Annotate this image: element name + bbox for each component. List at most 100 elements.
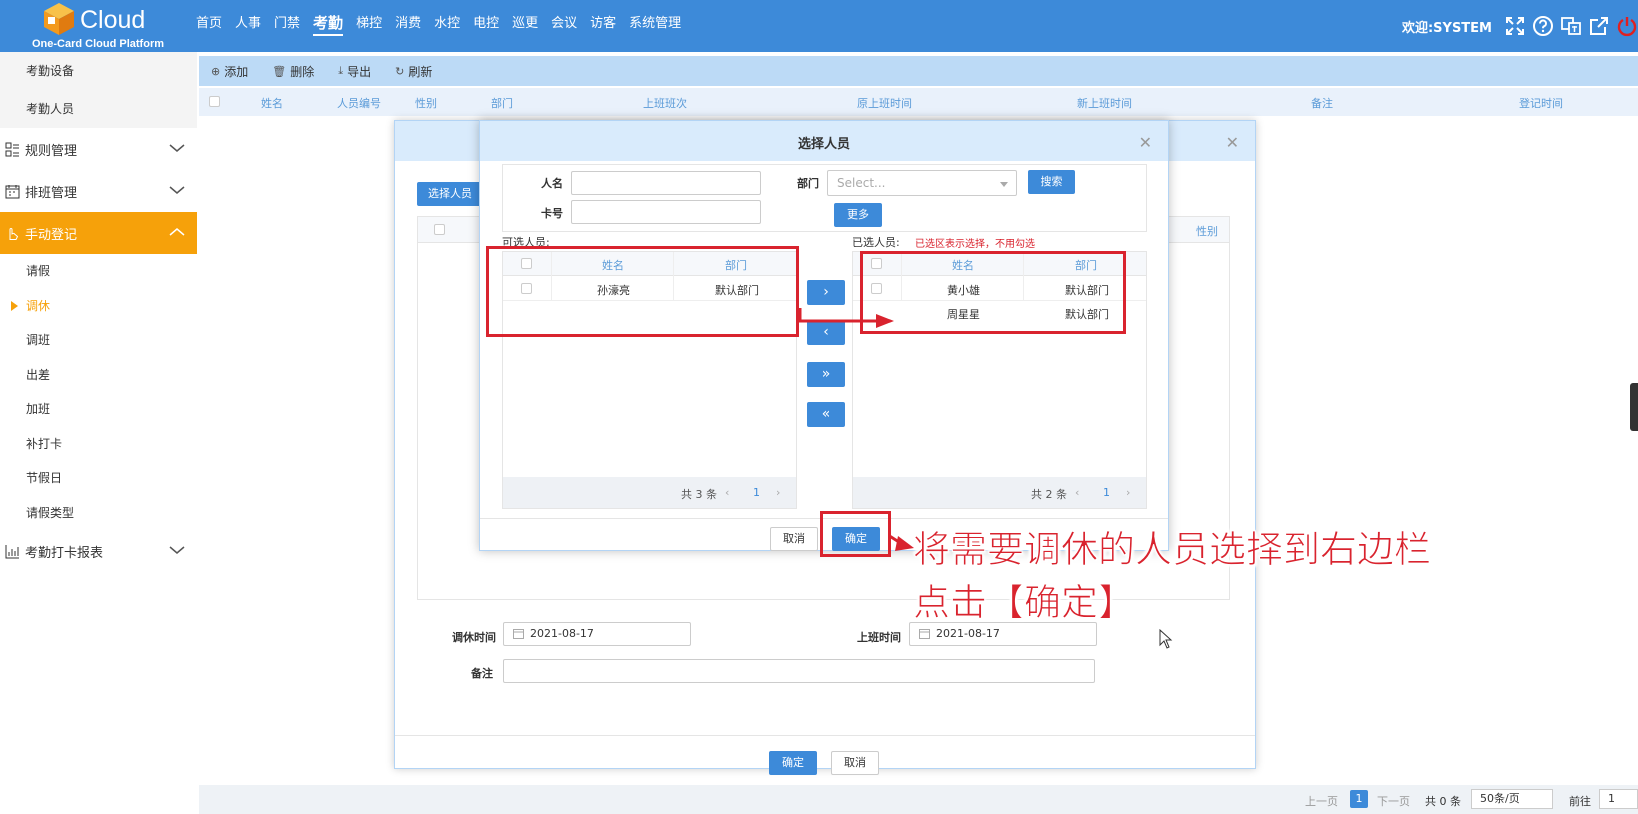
- goto-input[interactable]: 1: [1599, 789, 1638, 809]
- close-icon[interactable]: ✕: [1139, 133, 1152, 152]
- external-link-icon[interactable]: [1588, 15, 1610, 37]
- calendar-icon: [513, 629, 524, 639]
- top-nav: 首页 人事 门禁 考勤 梯控 消费 水控 电控 巡更 会议 访客 系统管理: [196, 0, 694, 52]
- help-icon[interactable]: [1532, 15, 1554, 37]
- column-header[interactable]: 人员编号: [337, 95, 381, 111]
- work-time-value: 2021-08-17: [936, 627, 1000, 640]
- goto-value: 1: [1608, 792, 1615, 805]
- sidebar-item-rest[interactable]: 调休: [0, 289, 197, 324]
- nav-item-10[interactable]: 访客: [590, 0, 616, 52]
- page-number[interactable]: 1: [1103, 486, 1110, 499]
- available-total: 共 3 条: [681, 488, 717, 501]
- nav-item-4[interactable]: 梯控: [356, 0, 382, 52]
- sidebar-item-holiday[interactable]: 节假日: [0, 461, 197, 496]
- next-page-icon[interactable]: ›: [1126, 486, 1130, 499]
- nav-item-11[interactable]: 系统管理: [629, 0, 681, 52]
- select-all-checkbox[interactable]: [434, 224, 445, 235]
- search-panel: 人名 卡号 部门 Select... 搜索 更多: [502, 164, 1147, 232]
- nav-item-7[interactable]: 电控: [473, 0, 499, 52]
- nav-item-5[interactable]: 消费: [395, 0, 421, 52]
- dept-select[interactable]: Select...: [827, 170, 1017, 196]
- rest-time-value: 2021-08-17: [530, 627, 594, 640]
- cancel-button[interactable]: 取消: [831, 751, 879, 775]
- sidebar-item-overtime[interactable]: 加班: [0, 392, 197, 427]
- column-header-sex[interactable]: 性别: [1196, 223, 1218, 239]
- next-page-icon[interactable]: ›: [776, 486, 780, 499]
- refresh-button[interactable]: ↻ 刷新: [395, 63, 432, 80]
- more-button[interactable]: 更多: [834, 203, 882, 227]
- export-button[interactable]: ⤓ 导出: [338, 63, 371, 80]
- name-label: 人名: [541, 177, 563, 190]
- page-number[interactable]: 1: [753, 486, 760, 499]
- nav-item-6[interactable]: 水控: [434, 0, 460, 52]
- move-all-left-button[interactable]: «: [807, 402, 845, 427]
- move-all-right-button[interactable]: »: [807, 362, 845, 387]
- nav-item-3[interactable]: 考勤: [313, 0, 344, 36]
- export-label: 导出: [347, 64, 372, 79]
- page-number[interactable]: 1: [1350, 790, 1368, 808]
- sidebar-item-leave-type[interactable]: 请假类型: [0, 496, 197, 531]
- card-input[interactable]: [571, 200, 761, 224]
- side-handle[interactable]: [1630, 383, 1638, 431]
- prev-page-button[interactable]: 上一页: [1305, 793, 1338, 809]
- page-size-select[interactable]: 50条/页: [1471, 789, 1553, 809]
- fullscreen-icon[interactable]: [1504, 15, 1526, 37]
- sidebar-item-punch-fix[interactable]: 补打卡: [0, 427, 197, 462]
- column-header[interactable]: 姓名: [261, 95, 283, 111]
- delete-button[interactable]: 🗑︎ 删除: [272, 63, 314, 80]
- sidebar-group-manual[interactable]: 手动登记: [0, 212, 197, 254]
- sidebar-group-report[interactable]: 考勤打卡报表: [0, 530, 197, 572]
- column-header[interactable]: 新上班时间: [1077, 95, 1132, 111]
- confirm-button[interactable]: 确定: [769, 751, 817, 775]
- header-tools: 欢迎:SYSTEM: [1402, 0, 1638, 52]
- search-button[interactable]: 搜索: [1028, 170, 1075, 194]
- refresh-icon: ↻: [395, 64, 405, 78]
- cancel-button[interactable]: 取消: [770, 527, 818, 551]
- highlight-selected: [860, 251, 1126, 334]
- close-icon[interactable]: ✕: [1226, 133, 1239, 152]
- language-icon[interactable]: [1560, 15, 1582, 37]
- annotation-line-2: 点击【确定】: [913, 581, 1136, 625]
- power-icon[interactable]: [1616, 15, 1638, 37]
- prev-page-icon[interactable]: ‹: [1075, 486, 1079, 499]
- top-bar: Cloud One-Card Cloud Platform 首页 人事 门禁 考勤 梯控…: [0, 0, 1638, 52]
- page-size-value: 50条/页: [1480, 792, 1520, 805]
- sidebar-group-schedule[interactable]: 排班管理: [0, 170, 197, 212]
- nav-item-2[interactable]: 门禁: [274, 0, 300, 52]
- sidebar-item-shift-swap[interactable]: 调班: [0, 323, 197, 358]
- selected-total: 共 2 条: [1031, 488, 1067, 501]
- sidebar-item-leave[interactable]: 请假: [0, 254, 197, 289]
- select-all-checkbox[interactable]: [209, 96, 220, 107]
- column-header[interactable]: 备注: [1311, 95, 1333, 111]
- nav-item-1[interactable]: 人事: [235, 0, 261, 52]
- sidebar-item-device[interactable]: 考勤设备: [0, 52, 197, 90]
- name-input[interactable]: [571, 171, 761, 195]
- sidebar-item-staff[interactable]: 考勤人员: [0, 90, 197, 128]
- next-page-button[interactable]: 下一页: [1377, 793, 1410, 809]
- rest-time-input[interactable]: 2021-08-17: [503, 622, 691, 646]
- column-header[interactable]: 性别: [415, 95, 437, 111]
- hand-pointer-icon: [9, 227, 19, 240]
- select-person-button[interactable]: 选择人员: [417, 182, 483, 206]
- work-time-label: 上班时间: [857, 631, 901, 644]
- column-header[interactable]: 原上班时间: [857, 95, 912, 111]
- nav-item-8[interactable]: 巡更: [512, 0, 538, 52]
- column-header[interactable]: 上班班次: [643, 95, 687, 111]
- move-right-button[interactable]: ›: [807, 280, 845, 305]
- nav-item-0[interactable]: 首页: [196, 0, 222, 52]
- column-header[interactable]: 部门: [491, 95, 513, 111]
- sidebar-group-rules[interactable]: 规则管理: [0, 128, 197, 170]
- sidebar-group-label: 规则管理: [25, 143, 78, 159]
- highlight-available: [486, 246, 799, 337]
- sidebar-item-business-trip[interactable]: 出差: [0, 358, 197, 393]
- add-button[interactable]: ⊕ 添加: [211, 63, 248, 80]
- dialog-title: 选择人员: [797, 137, 850, 152]
- note-input[interactable]: [503, 659, 1095, 683]
- nav-item-9[interactable]: 会议: [551, 0, 577, 52]
- column-header[interactable]: 登记时间: [1519, 95, 1563, 111]
- note-label: 备注: [471, 667, 493, 680]
- chevron-down-icon: [169, 546, 185, 554]
- schedule-icon: [5, 184, 20, 198]
- prev-page-icon[interactable]: ‹: [725, 486, 729, 499]
- grid-header: 姓名 人员编号 性别 部门 上班班次 原上班时间 新上班时间 备注 登记时间: [199, 88, 1638, 116]
